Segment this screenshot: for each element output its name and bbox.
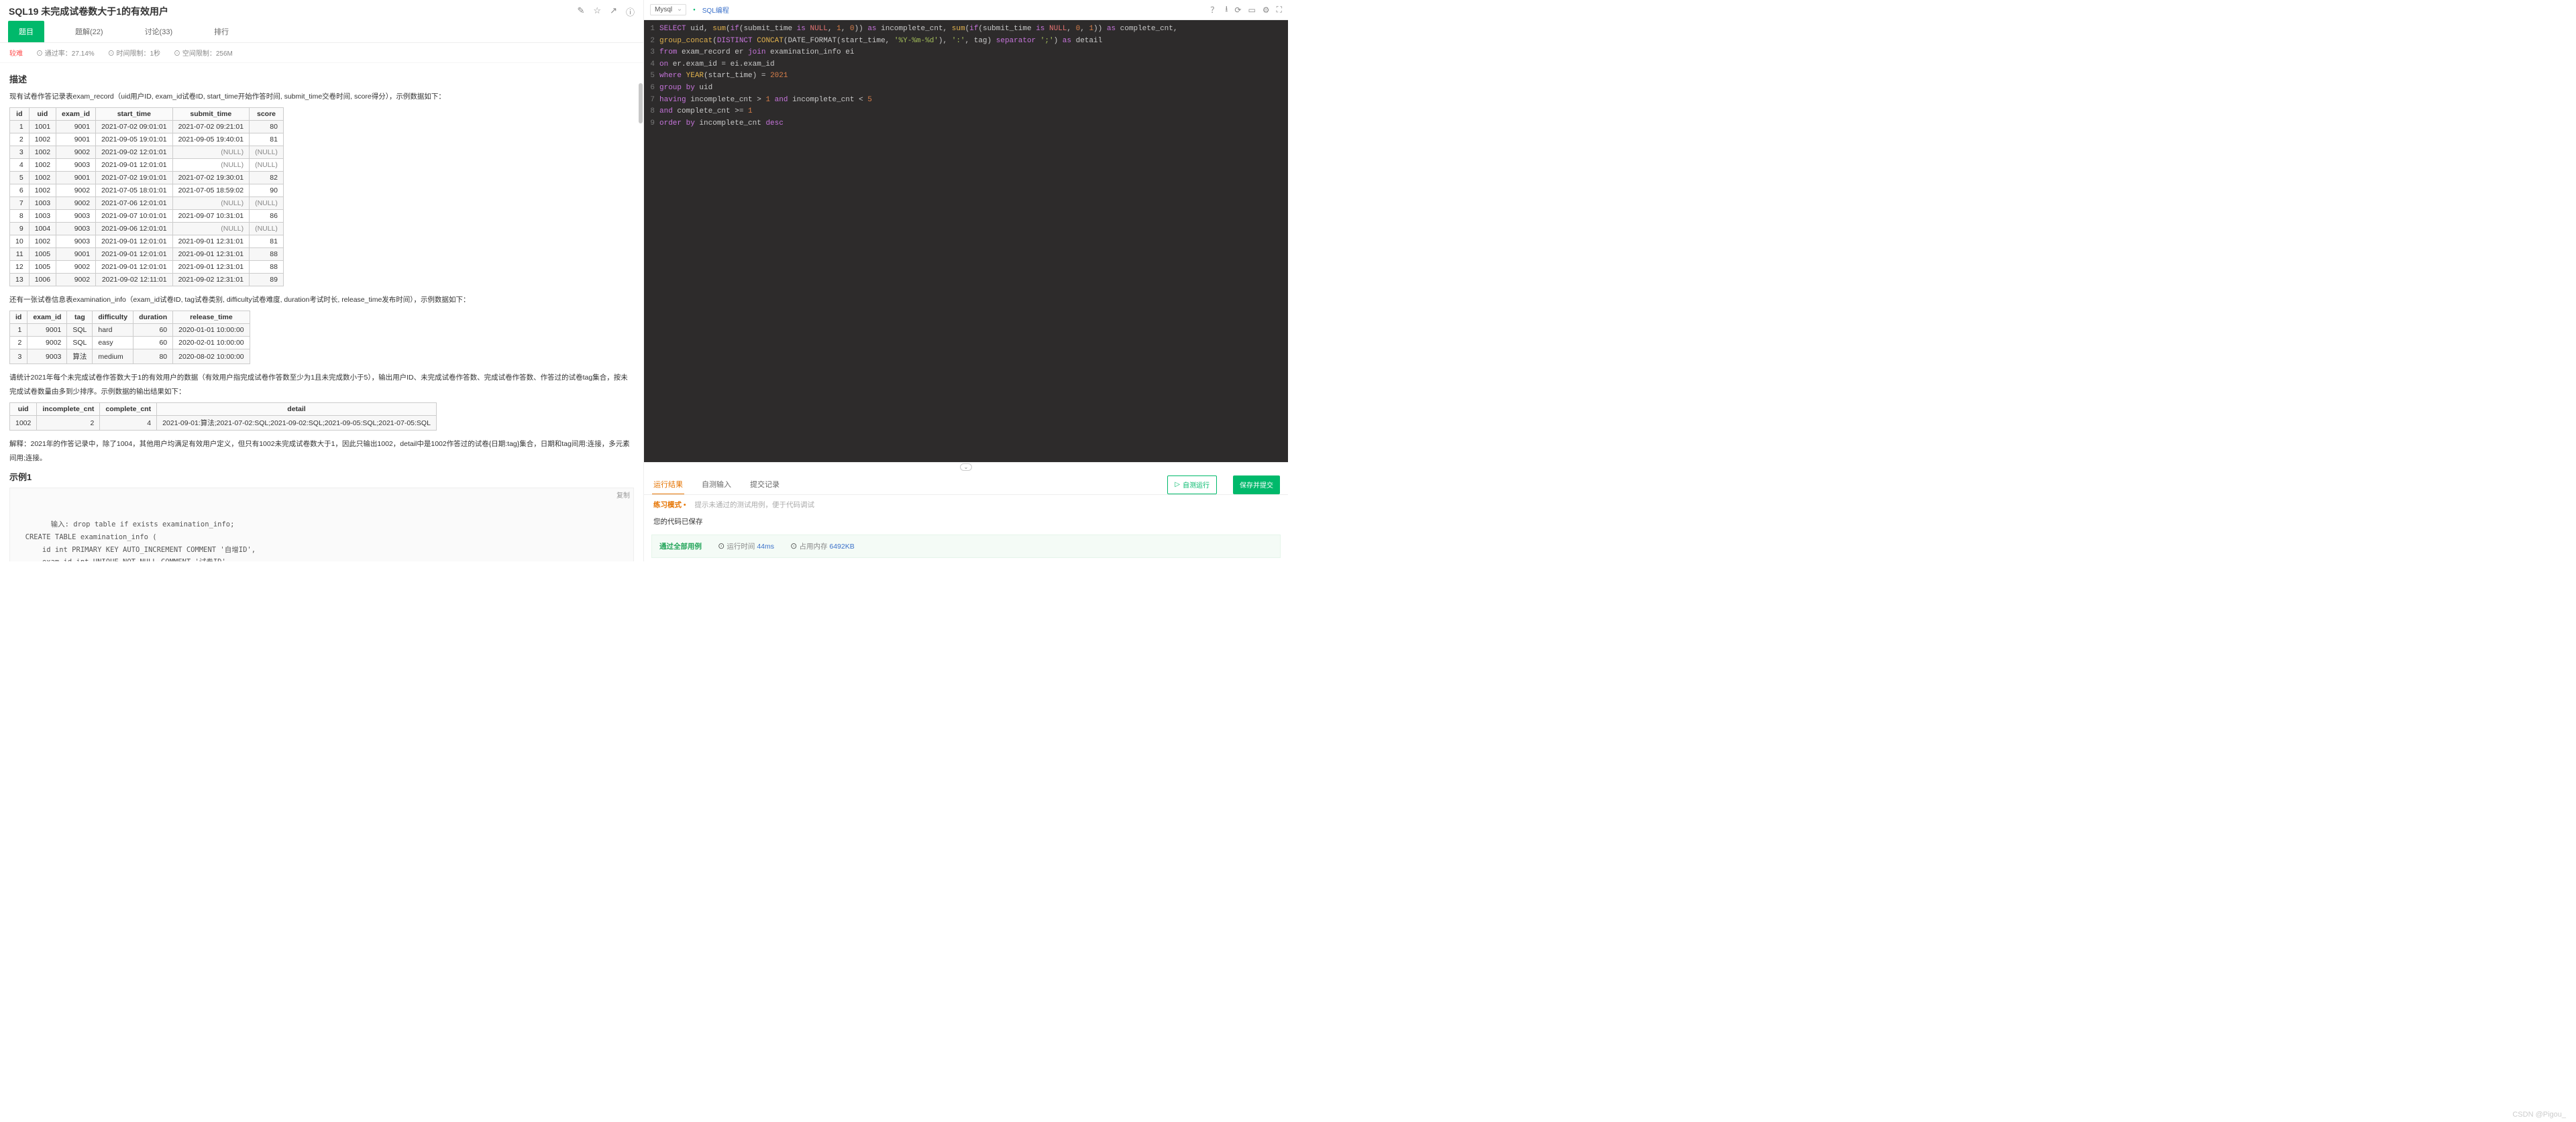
- table-row: 1100190012021-07-02 09:01:012021-07-02 0…: [10, 121, 284, 133]
- example-code-text: 输入: drop table if exists examination_inf…: [17, 520, 256, 561]
- star-icon[interactable]: ☆: [593, 5, 601, 18]
- table-row: 29002SQLeasy602020-02-01 10:00:00: [10, 337, 250, 349]
- table-row: 10100290032021-09-01 12:01:012021-09-01 …: [10, 235, 284, 248]
- table-header: uid: [10, 403, 37, 416]
- table-header: exam_id: [28, 311, 67, 324]
- settings-icon[interactable]: ⚙: [1263, 5, 1270, 15]
- table-header: detail: [157, 403, 437, 416]
- table-header: release_time: [173, 311, 250, 324]
- tab-run-result[interactable]: 运行结果: [652, 475, 684, 494]
- fullscreen-icon[interactable]: ⛶: [1277, 5, 1282, 15]
- desc-intro: 现有试卷作答记录表exam_record（uid用户ID, exam_id试卷I…: [9, 90, 634, 104]
- table-header: uid: [29, 108, 56, 121]
- table-header: id: [10, 311, 28, 324]
- edit-icon[interactable]: ✎: [578, 5, 585, 18]
- play-icon: ▷: [1175, 481, 1180, 488]
- memory-metric: ⊙ 占用内存 6492KB: [790, 541, 855, 551]
- sql-guide-link[interactable]: SQL编程: [702, 5, 729, 15]
- table-row: 13100690022021-09-02 12:11:012021-09-02 …: [10, 274, 284, 286]
- saved-message: 您的代码已保存: [644, 514, 1288, 531]
- desc-question: 请统计2021年每个未完成试卷作答数大于1的有效用户的数据（有效用户指完成试卷作…: [9, 371, 634, 399]
- table-row: 19001SQLhard602020-01-01 10:00:00: [10, 324, 250, 337]
- table-row: 6100290022021-07-05 18:01:012021-07-05 1…: [10, 184, 284, 197]
- table-header: incomplete_cnt: [37, 403, 100, 416]
- tab-submit-history[interactable]: 提交记录: [749, 475, 781, 494]
- status-dot-icon: ●: [693, 8, 696, 12]
- share-icon[interactable]: ↗: [610, 5, 617, 18]
- collapse-handle-icon[interactable]: ⌄: [960, 463, 972, 471]
- mode-hint: 提示未通过的测试用例，便于代码调试: [695, 501, 815, 509]
- table-header: complete_cnt: [100, 403, 157, 416]
- table-row: 12100590022021-09-01 12:01:012021-09-01 …: [10, 261, 284, 274]
- table-header: difficulty: [93, 311, 133, 324]
- table-row: 2100290012021-09-05 19:01:012021-09-05 1…: [10, 133, 284, 146]
- table-row: 8100390032021-09-07 10:01:012021-09-07 1…: [10, 210, 284, 223]
- table-exam-record: iduidexam_idstart_timesubmit_timescore11…: [9, 107, 284, 286]
- table-row: 7100390022021-07-06 12:01:01(NULL)(NULL): [10, 197, 284, 210]
- info-icon[interactable]: ⓘ: [626, 5, 635, 18]
- desc-explain: 解释：2021年的作答记录中，除了1004，其他用户均满足有效用户定义，但只有1…: [9, 437, 634, 465]
- table-header: score: [250, 108, 284, 121]
- table-exam-info: idexam_idtagdifficultydurationrelease_ti…: [9, 311, 250, 364]
- runtime-metric: ⊙ 运行时间 44ms: [718, 541, 774, 551]
- table-header: id: [10, 108, 30, 121]
- copy-button[interactable]: 复制: [616, 490, 630, 502]
- tab-rank[interactable]: 排行: [203, 21, 239, 42]
- table-header: tag: [67, 311, 93, 324]
- table-row: 1002242021-09-01:算法;2021-07-02:SQL;2021-…: [10, 416, 437, 431]
- help-icon[interactable]: ？: [1210, 4, 1218, 15]
- table-header: submit_time: [172, 108, 250, 121]
- table-output: uidincomplete_cntcomplete_cntdetail10022…: [9, 402, 437, 431]
- tab-custom-input[interactable]: 自测输入: [700, 475, 733, 494]
- submit-button[interactable]: 保存并提交: [1233, 475, 1280, 494]
- table-row: 39003算法medium802020-08-02 10:00:00: [10, 349, 250, 364]
- tab-solution[interactable]: 题解(22): [64, 21, 114, 42]
- example-heading: 示例1: [9, 470, 634, 483]
- page-title: SQL19 未完成试卷数大于1的有效用户: [9, 5, 168, 18]
- refresh-icon[interactable]: ⟳: [1234, 5, 1241, 15]
- selftest-button[interactable]: ▷自测运行: [1167, 475, 1217, 494]
- mode-label: 练习模式 •: [653, 501, 686, 509]
- desc-intro2: 还有一张试卷信息表examination_info（exam_id试卷ID, t…: [9, 293, 634, 307]
- desc-heading: 描述: [9, 72, 634, 85]
- language-select[interactable]: Mysql: [650, 4, 686, 15]
- table-header: duration: [133, 311, 173, 324]
- difficulty-badge: 较难: [9, 48, 23, 58]
- tab-discuss[interactable]: 讨论(33): [134, 21, 184, 42]
- download-icon[interactable]: ⭳: [1225, 3, 1228, 17]
- table-row: 5100290012021-07-02 19:01:012021-07-02 1…: [10, 172, 284, 184]
- table-row: 11100590012021-09-01 12:01:012021-09-01 …: [10, 248, 284, 261]
- memlimit-label: ⊙ 空间限制：256M: [174, 48, 233, 58]
- tab-problem[interactable]: 题目: [8, 21, 44, 42]
- notes-icon[interactable]: ▭: [1248, 5, 1255, 15]
- code-editor[interactable]: 1SELECT uid, sum(if(submit_time is NULL,…: [644, 20, 1288, 462]
- scrollbar-thumb[interactable]: [639, 83, 643, 123]
- table-row: 9100490032021-09-06 12:01:01(NULL)(NULL): [10, 223, 284, 235]
- table-row: 4100290032021-09-01 12:01:01(NULL)(NULL): [10, 159, 284, 172]
- table-header: start_time: [96, 108, 173, 121]
- watermark-text: CSDN @Pigou_: [2512, 1111, 2566, 1119]
- table-row: 3100290022021-09-02 12:01:01(NULL)(NULL): [10, 146, 284, 159]
- passrate-label: ⊙ 通过率：27.14%: [36, 48, 95, 58]
- timelimit-label: ⊙ 时间限制：1秒: [108, 48, 160, 58]
- pass-status: 通过全部用例: [659, 541, 702, 551]
- table-header: exam_id: [56, 108, 96, 121]
- example-code-block: 复制 输入: drop table if exists examination_…: [9, 488, 634, 561]
